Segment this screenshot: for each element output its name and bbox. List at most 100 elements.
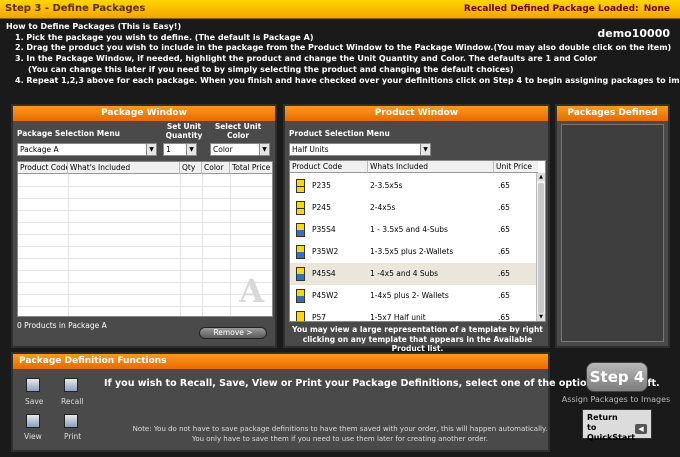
print-label[interactable]: Print	[64, 432, 81, 441]
unit-quantity-label: Set Unit Quantity	[165, 122, 203, 140]
template-thumbnail-icon[interactable]	[296, 311, 305, 321]
return-label: Return	[587, 413, 618, 422]
product-window: Product Window Product Selection Menu Ha…	[283, 104, 550, 353]
product-code: P57	[312, 313, 327, 322]
product-code: P45W2	[312, 291, 339, 300]
column-header[interactable]: Product Code	[18, 162, 68, 174]
product-included: 1 - 3.5x5 and 4-Subs	[370, 225, 448, 234]
step4-button[interactable]: Step 4	[586, 362, 648, 392]
functions-title: Package Definition Functions	[13, 354, 548, 369]
page-title: Step 3 - Define Packages	[5, 3, 146, 14]
instruction-step: 3. In the Package Window, if needed, hig…	[15, 54, 597, 64]
chevron-down-icon: ▼	[186, 144, 196, 155]
view-icon[interactable]	[26, 414, 40, 428]
recall-icon[interactable]	[64, 378, 78, 392]
packages-defined-panel: Packages Defined	[555, 104, 670, 348]
package-window: Package Window Package Selection Menu Se…	[11, 104, 277, 348]
scrollbar-thumb[interactable]	[538, 183, 544, 313]
product-price: .65	[498, 269, 510, 278]
column-header[interactable]: Qty	[180, 162, 202, 174]
template-thumbnail-icon[interactable]	[296, 201, 305, 215]
grid-divider	[18, 210, 272, 211]
instruction-step: 1. Pick the package you wish to define. …	[15, 32, 314, 42]
product-window-note: You may view a large representation of a…	[292, 325, 543, 353]
instructions-heading: How to Define Packages (This is Easy!)	[6, 22, 182, 31]
user-id: demo10000	[597, 27, 670, 40]
column-header[interactable]: Product Code	[290, 161, 368, 173]
grid-divider	[18, 294, 272, 295]
grid-divider	[18, 222, 272, 223]
packages-defined-list[interactable]	[561, 124, 664, 342]
column-header[interactable]: Whats Included	[368, 161, 494, 173]
column-header[interactable]: What's Included	[68, 162, 180, 174]
arrow-icon: ◀	[635, 424, 647, 434]
product-included: 1-5x7 Half unit	[370, 313, 426, 322]
unit-quantity-select[interactable]: 1 ▼	[163, 143, 197, 156]
unit-color-label: Select Unit Color	[214, 122, 262, 140]
product-code: P35S4	[312, 225, 336, 234]
printer-icon[interactable]	[64, 414, 78, 428]
product-code: P235	[312, 181, 331, 190]
chevron-down-icon: ▼	[146, 144, 156, 155]
functions-message: If you wish to Recall, Save, View or Pri…	[104, 378, 660, 389]
title-bar: Step 3 - Define Packages Recalled Define…	[0, 0, 680, 19]
loaded-package-status: Recalled Defined Package Loaded: None	[464, 4, 670, 14]
remove-button[interactable]: Remove >	[199, 327, 267, 339]
product-table[interactable]: Product Code Whats Included Unit Price P…	[289, 160, 546, 322]
product-price: .65	[498, 225, 510, 234]
column-header[interactable]: Color	[202, 162, 230, 174]
package-contents-table[interactable]: Product Code What's Included Qty Color T…	[17, 161, 273, 317]
product-row[interactable]: P35W2 1-3.5x5 plus 2-Wallets .65	[290, 241, 538, 263]
unit-color-select[interactable]: Color ▼	[210, 143, 270, 156]
product-window-title: Product Window	[285, 106, 548, 121]
functions-note-line: Note: You do not have to save package de…	[132, 425, 548, 433]
grid-divider	[18, 306, 272, 307]
scroll-up-icon[interactable]: ▲	[537, 173, 545, 181]
template-thumbnail-icon[interactable]	[296, 179, 305, 193]
product-row[interactable]: P245 2-4x5s .65	[290, 197, 538, 219]
functions-note: Note: You do not have to save package de…	[120, 424, 560, 444]
floppy-disk-icon[interactable]	[26, 378, 40, 392]
grid-divider	[18, 258, 272, 259]
grid-divider	[18, 282, 272, 283]
scroll-down-icon[interactable]: ▼	[537, 313, 545, 321]
product-included: 2-3.5x5s	[370, 181, 403, 190]
product-table-scrollbar[interactable]: ▲ ▼	[536, 173, 545, 321]
save-label[interactable]: Save	[25, 397, 43, 406]
product-row[interactable]: P35S4 1 - 3.5x5 and 4-Subs .65	[290, 219, 538, 241]
template-thumbnail-icon[interactable]	[296, 289, 305, 303]
product-included: 1 -4x5 and 4 Subs	[370, 269, 439, 278]
grid-divider	[18, 186, 272, 187]
template-thumbnail-icon[interactable]	[296, 267, 305, 281]
product-row[interactable]: P235 2-3.5x5s .65	[290, 175, 538, 197]
package-product-count: 0 Products in Package A	[17, 321, 107, 330]
instruction-step: 4. Repeat 1,2,3 above for each package. …	[15, 75, 680, 85]
loaded-package-label: Recalled Defined Package Loaded:	[463, 4, 639, 14]
product-row[interactable]: P45W2 1-4x5 plus 2- Wallets .65	[290, 285, 538, 307]
view-label[interactable]: View	[24, 432, 42, 441]
grid-divider	[18, 234, 272, 235]
product-selection-value: Half Units	[292, 145, 329, 154]
chevron-down-icon: ▼	[420, 144, 430, 155]
grid-divider	[18, 270, 272, 271]
package-selection-menu[interactable]: Package A ▼	[17, 143, 157, 156]
product-selection-menu[interactable]: Half Units ▼	[289, 143, 431, 156]
product-price: .65	[498, 247, 510, 256]
product-code: P35W2	[312, 247, 339, 256]
column-header[interactable]: Unit Price	[494, 161, 538, 173]
unit-quantity-value: 1	[166, 145, 171, 154]
column-header[interactable]: Total Price	[230, 162, 272, 174]
product-row[interactable]: P57 1-5x7 Half unit .65	[290, 307, 538, 322]
package-selection-value: Package A	[20, 145, 59, 154]
template-thumbnail-icon[interactable]	[296, 245, 305, 259]
step4-caption[interactable]: Assign Packages to Images	[556, 395, 676, 404]
recall-label[interactable]: Recall	[61, 397, 83, 406]
package-letter-watermark: A	[239, 272, 264, 310]
instructions: How to Define Packages (This is Easy!) 1…	[6, 22, 680, 86]
return-to-quickstart-button[interactable]: Return to QuickStart ◀	[582, 409, 652, 442]
package-window-title: Package Window	[13, 106, 275, 121]
template-thumbnail-icon[interactable]	[296, 223, 305, 237]
package-menu-label: Package Selection Menu	[17, 129, 120, 138]
grid-divider	[18, 198, 272, 199]
product-row-selected[interactable]: P45S4 1 -4x5 and 4 Subs .65	[290, 263, 538, 285]
